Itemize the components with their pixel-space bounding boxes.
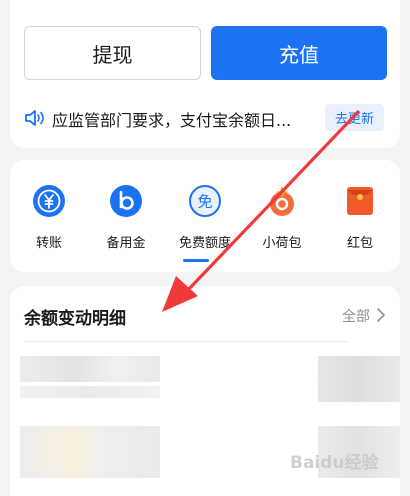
services-grid: 转账 备用金 免 免费额度 小荷包 红包 <box>10 160 400 272</box>
withdraw-button[interactable]: 提现 <box>24 26 201 80</box>
blurred-record <box>20 356 160 382</box>
service-free-quota[interactable]: 免 免费额度 <box>170 184 240 254</box>
reserve-fund-icon <box>110 185 142 217</box>
service-label: 免费额度 <box>178 236 231 251</box>
service-small-pouch[interactable]: 小荷包 <box>247 184 317 254</box>
chevron-right-icon[interactable] <box>376 308 386 322</box>
top-card: 提现 充值 应监管部门要求，支付宝余额日... 去更新 <box>10 0 400 148</box>
service-label: 转账 <box>35 236 62 251</box>
notice-text: 应监管部门要求，支付宝余额日... <box>52 111 292 130</box>
notice-bar[interactable]: 应监管部门要求，支付宝余额日... 去更新 <box>22 104 388 132</box>
recharge-button[interactable]: 充值 <box>211 26 387 80</box>
speaker-icon <box>25 110 44 126</box>
blurred-amount <box>318 356 400 402</box>
service-red-packet[interactable]: 红包 <box>325 184 395 254</box>
page-indicator <box>183 259 209 262</box>
free-quota-icon: 免 <box>189 185 221 217</box>
free-icon-glyph: 免 <box>197 193 212 211</box>
blurred-record <box>20 426 160 478</box>
small-pouch-icon <box>270 186 294 216</box>
service-reserve-fund[interactable]: 备用金 <box>91 184 161 254</box>
blurred-record <box>20 386 160 398</box>
divider <box>24 341 350 342</box>
service-label: 红包 <box>346 236 373 251</box>
transfer-yuan-icon <box>33 185 65 217</box>
red-packet-icon <box>347 187 373 215</box>
update-button[interactable]: 去更新 <box>324 104 384 131</box>
service-label: 小荷包 <box>262 236 302 251</box>
watermark: Baidu经验 <box>290 453 379 473</box>
view-all-link[interactable]: 全部 <box>342 306 370 326</box>
service-transfer[interactable]: 转账 <box>14 184 84 254</box>
service-label: 备用金 <box>106 236 146 251</box>
balance-title: 余额变动明细 <box>24 309 126 329</box>
